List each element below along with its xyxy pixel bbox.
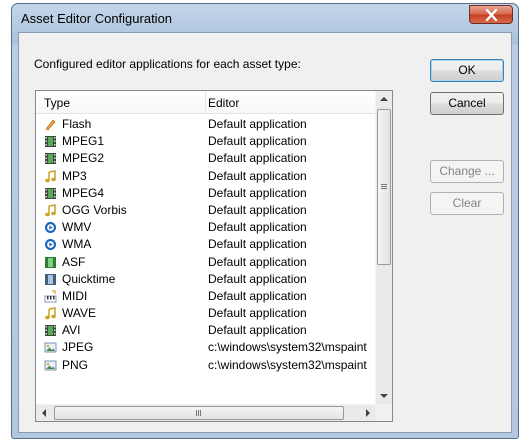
list-item[interactable]: MP3 Default application [36,168,376,185]
list-item-type: AVI [62,323,81,338]
list-item[interactable]: Flash Default application [36,116,376,133]
list-item-editor: Default application [208,288,307,303]
list-item-editor: c:\windows\system32\mspaint [208,340,367,355]
list-item-type: ASF [62,254,86,269]
list-item-editor: Default application [208,306,307,321]
list-item-type: MPEG2 [62,151,105,166]
list-item[interactable]: MPEG1 Default application [36,133,376,150]
list-item-editor: Default application [208,185,307,200]
list-item[interactable]: Quicktime Default application [36,271,376,288]
close-button[interactable] [469,5,513,24]
list-item-type: MIDI [62,288,88,303]
list-item-type: Quicktime [62,271,116,286]
window-title: Asset Editor Configuration [21,11,173,26]
quicktime-icon [44,273,57,286]
list-item[interactable]: WAVE Default application [36,305,376,322]
list-item-editor: Default application [208,134,307,149]
list-item[interactable]: MPEG2 Default application [36,150,376,167]
clear-button[interactable]: Clear [430,192,504,215]
horizontal-scroll-thumb[interactable] [54,406,344,420]
list-rows: Flash Default application MPEG1 Default app… [36,116,376,374]
column-header-type[interactable]: Type [44,96,70,110]
media-player-icon [44,221,57,234]
list-item-editor: Default application [208,237,307,252]
video-green-icon [44,256,57,269]
title-bar[interactable]: Asset Editor Configuration [12,4,518,34]
list-item[interactable]: PNG c:\windows\system32\mspaint [36,357,376,374]
list-item-type: MPEG4 [62,185,105,200]
list-item-type: WMV [62,220,92,235]
list-item-type: MP3 [62,168,87,183]
list-item-type: JPEG [62,340,94,355]
dialog-client-area: Configured editor applications for each … [18,32,512,433]
column-separator[interactable] [205,91,206,113]
image-icon [44,359,57,372]
scroll-up-icon [380,97,388,101]
video-icon [44,135,57,148]
thumb-grip [196,410,197,416]
list-header: Type Editor [36,91,376,114]
dialog-window: Asset Editor Configuration Configured ed… [11,3,519,439]
list-item-editor: Default application [208,202,307,217]
scroll-right-button[interactable] [359,405,376,421]
image-icon [44,341,57,354]
list-item-editor: Default application [208,220,307,235]
horizontal-scrollbar[interactable] [36,404,376,421]
midi-icon [44,290,57,303]
asset-type-list[interactable]: Type Editor Flash Default application MPEG… [35,90,393,422]
list-item-type: OGG Vorbis [62,202,127,217]
list-item-type: MPEG1 [62,134,105,149]
list-item-type: WAVE [62,306,97,321]
cancel-button[interactable]: Cancel [430,92,504,115]
flash-icon [44,118,57,131]
thumb-grip [198,410,199,416]
list-item-type: PNG [62,357,89,372]
list-item-type: WMA [62,237,92,252]
scroll-down-button[interactable] [376,387,392,404]
audio-icon [44,307,57,320]
video-icon [44,187,57,200]
vertical-scroll-thumb[interactable] [377,109,391,265]
thumb-grip [381,188,387,189]
ok-button[interactable]: OK [430,59,504,82]
list-item[interactable]: JPEG c:\windows\system32\mspaint [36,339,376,356]
thumb-grip [381,186,387,187]
list-caption: Configured editor applications for each … [34,57,301,71]
list-item-type: Flash [62,117,92,131]
thumb-grip [381,184,387,185]
video-icon [44,324,57,337]
scrollbar-corner [375,404,392,421]
list-item[interactable]: OGG Vorbis Default application [36,202,376,219]
list-item-editor: Default application [208,271,307,286]
list-item-editor: Default application [208,323,307,338]
audio-icon [44,169,57,183]
scroll-left-icon [42,409,46,417]
scroll-down-icon [380,394,388,398]
list-item[interactable]: AVI Default application [36,322,376,339]
list-item[interactable]: MPEG4 Default application [36,185,376,202]
list-item-editor: Default application [208,254,307,269]
close-icon [485,9,498,21]
thumb-grip [200,410,201,416]
list-item-editor: Default application [208,117,307,131]
list-item[interactable]: MIDI Default application [36,288,376,305]
list-item[interactable]: WMA Default application [36,236,376,253]
audio-icon [44,204,57,217]
video-icon [44,152,57,165]
list-item[interactable]: ASF Default application [36,254,376,271]
column-header-editor[interactable]: Editor [208,96,239,110]
vertical-scrollbar[interactable] [375,91,392,404]
scroll-up-button[interactable] [376,91,392,108]
list-item-editor: Default application [208,168,307,183]
list-item-editor: c:\windows\system32\mspaint [208,357,367,372]
change-button[interactable]: Change ... [430,160,504,183]
media-player-icon [44,238,57,251]
list-item[interactable]: WMV Default application [36,219,376,236]
list-item-editor: Default application [208,151,307,166]
scroll-left-button[interactable] [36,405,53,421]
scroll-right-icon [366,409,370,417]
